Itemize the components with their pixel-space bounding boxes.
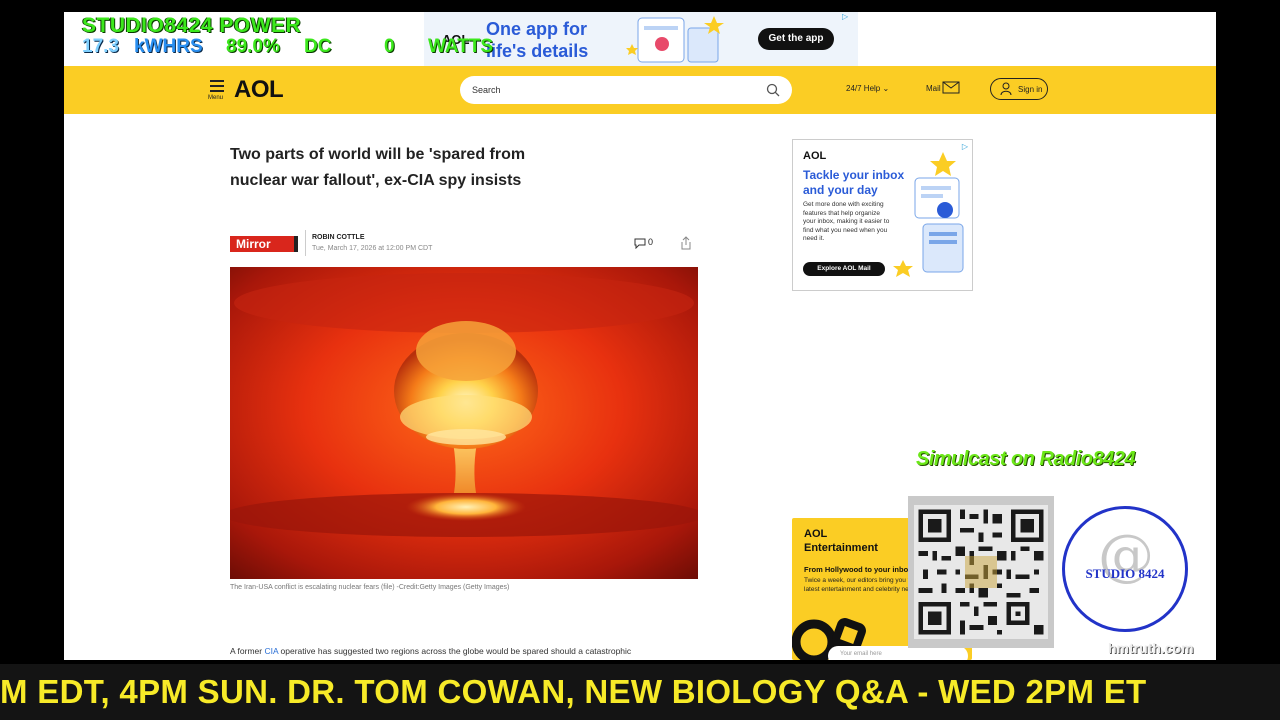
search-bar: [460, 76, 792, 104]
ad-choices-icon[interactable]: ▷: [962, 142, 968, 151]
author-name: ROBIN COTTLE: [312, 234, 365, 241]
email-signup-input[interactable]: Your email here: [828, 646, 968, 660]
studio-8424-logo: @ STUDIO 8424: [1060, 502, 1190, 640]
dc-label: DC: [304, 36, 332, 57]
mail-label: Mail: [926, 84, 941, 93]
side-ad-copy: Get more done with exciting features tha…: [803, 201, 890, 242]
explore-mail-button[interactable]: Explore AOL Mail: [803, 262, 885, 276]
menu-label: Menu: [208, 95, 224, 101]
sign-in-label: Sign in: [1018, 85, 1043, 94]
image-caption: The Iran-USA conflict is escalating nucl…: [230, 584, 510, 591]
mail-illustration-icon: [893, 152, 964, 277]
aol-header: Menu AOL 24/7 Help ⌄ Mail: [64, 66, 1216, 114]
share-icon[interactable]: [680, 236, 692, 250]
news-ticker: M EDT, 4PM SUN. DR. TOM COWAN, NEW BIOLO…: [0, 664, 1280, 720]
article-title: Two parts of world will be 'spared from …: [230, 146, 526, 189]
ent-ad-headline: From Hollywood to your inbox: [804, 565, 913, 574]
article-byline: Mirror ROBIN COTTLE Tue, March 17, 2026 …: [230, 230, 698, 260]
kwh-value: 17.3: [82, 36, 119, 57]
hamburger-icon: [210, 80, 224, 92]
stream-frame: AOL One app for life's details Get the a…: [0, 0, 1280, 720]
search-icon[interactable]: [766, 83, 780, 97]
help-label: 24/7 Help: [846, 84, 881, 93]
ad-choices-icon[interactable]: ▷: [842, 12, 854, 24]
chevron-down-icon: ⌄: [882, 84, 890, 93]
qr-code-icon: [908, 496, 1054, 648]
mail-button[interactable]: Mail: [926, 81, 960, 94]
aol-mail-ad[interactable]: AOL Tackle your inbox and your day Get m…: [792, 139, 973, 291]
sign-in-button[interactable]: Sign in: [990, 78, 1048, 100]
site-watermark: hmtruth.com: [1108, 640, 1194, 656]
power-readout: 17.3 kWHRS 89.0% DC 0 WATTS: [82, 36, 512, 58]
body-text-start: A former: [230, 646, 265, 656]
simulcast-label: Simulcast on Radio8424: [916, 448, 1136, 470]
kwh-label: kWHRS: [134, 36, 203, 57]
mail-icon: [942, 81, 960, 94]
publish-date: Tue, March 17, 2026 at 12:00 PM CDT: [312, 245, 433, 252]
comment-icon: [634, 238, 646, 249]
watts-label: WATTS: [428, 36, 494, 57]
aol-logo[interactable]: AOL: [234, 76, 284, 104]
get-app-button[interactable]: Get the app: [758, 28, 834, 50]
ent-ad-brand: AOL: [804, 528, 828, 540]
ent-ad-copy: Twice a week, our editors bring you the …: [804, 577, 919, 593]
help-dropdown[interactable]: 24/7 Help ⌄: [846, 84, 889, 93]
ent-ad-name: Entertainment: [804, 542, 878, 554]
search-input[interactable]: [472, 81, 752, 99]
ticker-text: M EDT, 4PM SUN. DR. TOM COWAN, NEW BIOLO…: [0, 673, 1147, 710]
cia-link[interactable]: CIA: [264, 646, 278, 656]
ad-illustration-icon: [626, 16, 724, 63]
mushroom-cloud-image: [230, 267, 698, 579]
byline-divider: [305, 230, 306, 256]
user-icon: [1000, 82, 1012, 96]
side-ad-brand: AOL: [803, 150, 827, 162]
body-text-rest: operative has suggested two regions acro…: [278, 646, 632, 656]
station-logo-text: STUDIO 8424: [1085, 566, 1165, 581]
percent-value: 89.0%: [226, 36, 280, 57]
source-logo[interactable]: Mirror: [230, 236, 298, 252]
watts-value: 0: [384, 36, 395, 57]
comments-count: 0: [648, 237, 654, 247]
menu-button[interactable]: Menu: [208, 76, 228, 104]
power-title: STUDIO8424 POWER: [82, 14, 302, 37]
article-body-first-line: A former CIA operative has suggested two…: [230, 646, 710, 656]
